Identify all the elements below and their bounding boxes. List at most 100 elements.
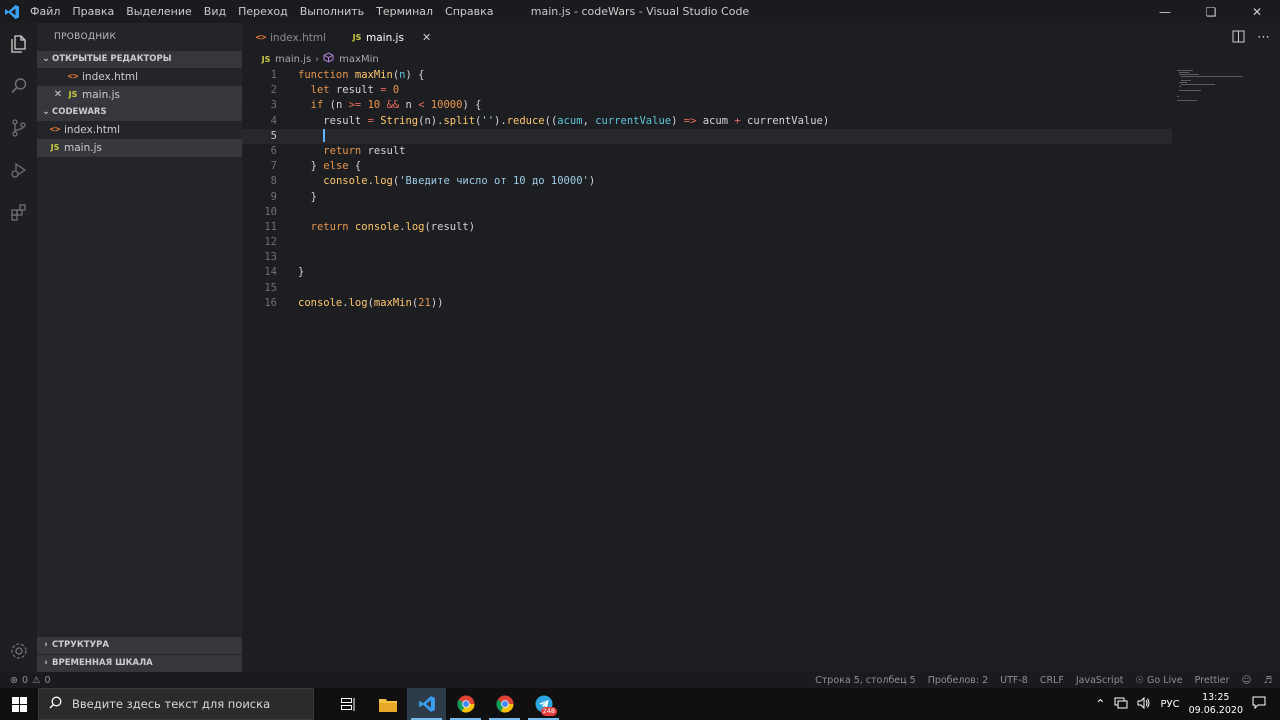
telegram-badge: 248: [540, 707, 557, 716]
open-editor-item-index-html[interactable]: <> index.html: [37, 68, 242, 86]
split-editor-icon[interactable]: [1232, 30, 1245, 46]
close-tab-icon[interactable]: ✕: [422, 31, 431, 44]
breadcrumb-file[interactable]: main.js: [275, 52, 311, 68]
close-window-button[interactable]: ✕: [1234, 0, 1280, 23]
chevron-right-icon: ›: [44, 658, 48, 668]
problems-indicator[interactable]: ⊗ 0 ⚠ 0: [0, 675, 51, 686]
line-number: 3: [270, 99, 277, 112]
line-ending[interactable]: CRLF: [1040, 675, 1064, 686]
go-live-button[interactable]: ☉ Go Live: [1135, 675, 1182, 686]
run-debug-icon[interactable]: [0, 149, 37, 191]
code-line[interactable]: 9 }: [242, 190, 1172, 205]
encoding[interactable]: UTF-8: [1000, 675, 1028, 686]
minimize-button[interactable]: —: [1142, 0, 1188, 23]
close-icon[interactable]: ✕: [52, 86, 64, 104]
vscode-app[interactable]: [407, 688, 446, 720]
explorer-icon[interactable]: [0, 23, 37, 65]
menu-item[interactable]: Справка: [439, 0, 499, 23]
outline-header[interactable]: › СТРУКТУРА: [37, 637, 242, 654]
menu-item[interactable]: Терминал: [370, 0, 439, 23]
tab-label: main.js: [365, 31, 404, 44]
code-token: String: [380, 114, 419, 127]
menu-item[interactable]: Выделение: [120, 0, 198, 23]
open-editors-header[interactable]: ⌄ ОТКРЫТЫЕ РЕДАКТОРЫ: [37, 51, 242, 68]
extensions-icon[interactable]: [0, 191, 37, 233]
code-editor[interactable]: 1 function maxMin(n) {2 let result = 03 i…: [242, 68, 1172, 311]
js-file-icon: JS: [352, 33, 362, 42]
code-line[interactable]: 13: [242, 250, 1172, 265]
task-view-button[interactable]: [329, 688, 368, 720]
vscode-logo-icon: [0, 0, 24, 23]
editor-tabs: <> index.html JS main.js ✕ ⋯: [242, 23, 1280, 52]
notifications-icon[interactable]: [1252, 696, 1266, 712]
code-line[interactable]: 7 } else {: [242, 159, 1172, 174]
code-line[interactable]: 5: [242, 128, 1172, 144]
code-line[interactable]: 8 console.log('Введите число от 10 до 10…: [242, 174, 1172, 189]
code-token: 10: [367, 99, 381, 112]
code-text: result = String(n).split('').reduce((acu…: [277, 114, 829, 129]
telegram-app[interactable]: 248: [524, 688, 563, 720]
broadcast-icon: ☉: [1135, 674, 1144, 686]
warning-icon: ⚠: [32, 674, 41, 686]
code-line[interactable]: 2 let result = 0: [242, 83, 1172, 98]
folder-header-codewars[interactable]: ⌄ CODEWARS: [37, 104, 242, 121]
volume-icon[interactable]: [1137, 696, 1151, 712]
tab-main-js[interactable]: JS main.js ✕: [337, 23, 444, 52]
code-line[interactable]: 1 function maxMin(n) {: [242, 68, 1172, 83]
more-actions-icon[interactable]: ⋯: [1257, 30, 1270, 45]
menu-item[interactable]: Правка: [66, 0, 120, 23]
search-icon[interactable]: [0, 65, 37, 107]
code-line[interactable]: 12: [242, 235, 1172, 250]
code-token: 'Введите число от 10 до 10000': [399, 175, 589, 188]
start-button[interactable]: [0, 688, 38, 720]
code-token: maxMin: [354, 69, 393, 81]
timeline-header[interactable]: › ВРЕМЕННАЯ ШКАЛА: [37, 655, 242, 672]
file-item-main-js[interactable]: JS main.js: [37, 139, 242, 157]
file-explorer-app[interactable]: [368, 688, 407, 720]
taskbar-search-box[interactable]: Введите здесь текст для поиска: [38, 688, 314, 720]
code-text: }: [277, 190, 317, 205]
breadcrumb-symbol[interactable]: maxMin: [339, 52, 379, 68]
code-line[interactable]: 16 console.log(maxMin(21)): [242, 296, 1172, 311]
code-line[interactable]: 4 result = String(n).split('').reduce((a…: [242, 114, 1172, 129]
tab-index-html[interactable]: <> index.html: [242, 23, 338, 52]
menu-item[interactable]: Файл: [24, 0, 66, 23]
minimap[interactable]: [1177, 68, 1247, 128]
explorer-sidebar: ПРОВОДНИК ⌄ ОТКРЫТЫЕ РЕДАКТОРЫ <> index.…: [37, 23, 242, 672]
prettier-button[interactable]: Prettier: [1195, 675, 1230, 686]
chrome-app[interactable]: [446, 688, 485, 720]
line-number: 16: [264, 296, 277, 309]
code-line[interactable]: 14}: [242, 265, 1172, 280]
file-label: index.html: [82, 71, 138, 83]
menu-item[interactable]: Переход: [232, 0, 294, 23]
code-token: console: [354, 220, 400, 233]
settings-gear-icon[interactable]: [0, 630, 37, 672]
chrome-app-2[interactable]: [485, 688, 524, 720]
code-line[interactable]: 10: [242, 205, 1172, 220]
notifications-bell-icon[interactable]: ♬: [1263, 675, 1272, 686]
cursor-position[interactable]: Строка 5, столбец 5: [815, 675, 916, 686]
language-mode[interactable]: JavaScript: [1076, 675, 1124, 686]
file-item-index-html[interactable]: <> index.html: [37, 121, 242, 139]
feedback-icon[interactable]: ☺: [1242, 675, 1252, 686]
open-editor-item-main-js[interactable]: ✕ JS main.js: [37, 86, 242, 104]
clock[interactable]: 13:25 09.06.2020: [1189, 691, 1243, 717]
source-control-icon[interactable]: [0, 107, 37, 149]
code-token: )): [430, 296, 444, 309]
maximize-button[interactable]: ❏: [1188, 0, 1234, 23]
code-line[interactable]: 15: [242, 281, 1172, 296]
code-line[interactable]: 3 if (n >= 10 && n < 10000) {: [242, 98, 1172, 113]
warning-count: 0: [44, 674, 51, 686]
network-icon[interactable]: [1114, 697, 1128, 712]
code-line[interactable]: 6 return result: [242, 144, 1172, 159]
chevron-down-icon: ⌄: [42, 107, 50, 117]
language-indicator[interactable]: РУС: [1160, 699, 1179, 710]
indentation[interactable]: Пробелов: 2: [928, 675, 988, 686]
menu-item[interactable]: Выполнить: [294, 0, 370, 23]
go-live-label: Go Live: [1147, 674, 1183, 686]
code-token: n: [399, 99, 419, 112]
chevron-up-icon[interactable]: ⌃: [1095, 697, 1105, 711]
code-line[interactable]: 11 return console.log(result): [242, 220, 1172, 235]
menu-item[interactable]: Вид: [198, 0, 232, 23]
